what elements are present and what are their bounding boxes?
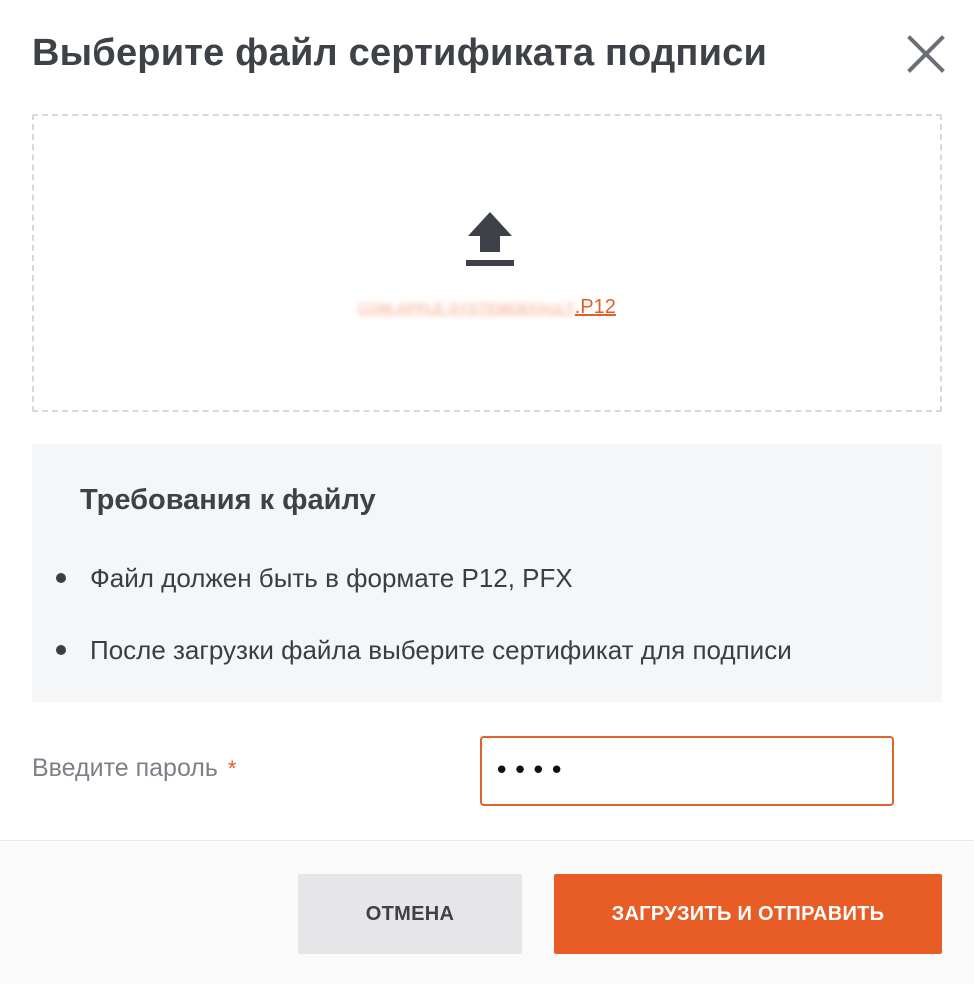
requirements-list: Файл должен быть в формате P12, PFX Посл…	[56, 560, 792, 704]
password-label: Введите пароль *	[32, 754, 236, 783]
selected-file-link[interactable]: COM.APPLE.SYSTEMDEFAULT.P12	[34, 296, 940, 319]
file-name-obscured: COM.APPLE.SYSTEMDEFAULT	[358, 300, 575, 316]
list-item: Файл должен быть в формате P12, PFX	[56, 560, 792, 596]
password-label-text: Введите пароль	[32, 754, 218, 782]
required-mark: *	[227, 756, 237, 781]
upload-and-send-button[interactable]: ЗАГРУЗИТЬ И ОТПРАВИТЬ	[554, 874, 942, 954]
bullet-icon	[56, 573, 66, 583]
list-item: После загрузки файла выберите сертификат…	[56, 632, 792, 668]
file-dropzone[interactable]: COM.APPLE.SYSTEMDEFAULT.P12	[32, 114, 942, 412]
requirement-text: После загрузки файла выберите сертификат…	[90, 635, 792, 665]
file-requirements-panel: Требования к файлу Файл должен быть в фо…	[32, 444, 942, 702]
requirement-text: Файл должен быть в формате P12, PFX	[90, 563, 573, 593]
password-field[interactable]	[480, 736, 894, 806]
file-extension: .P12	[574, 296, 616, 318]
cancel-button[interactable]: ОТМЕНА	[298, 874, 522, 954]
requirements-title: Требования к файлу	[80, 484, 376, 516]
upload-icon	[464, 210, 516, 270]
close-icon[interactable]	[904, 32, 948, 76]
bullet-icon	[56, 645, 66, 655]
dialog-title: Выберите файл сертификата подписи	[32, 32, 768, 74]
certificate-upload-dialog: Выберите файл сертификата подписи COM.AP…	[0, 0, 974, 984]
